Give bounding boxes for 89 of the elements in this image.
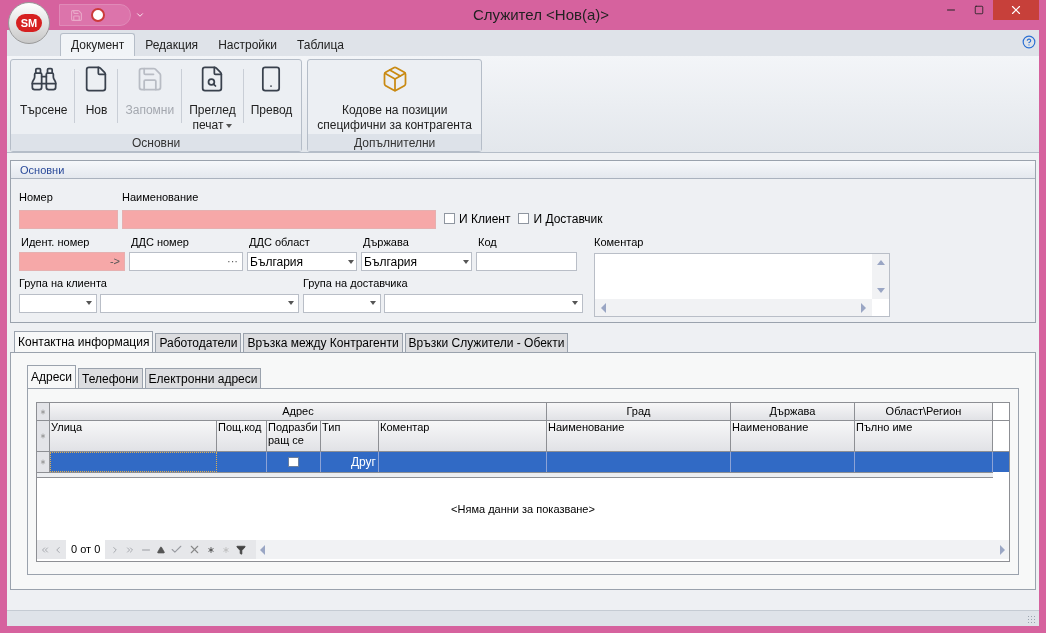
horizontal-scrollbar[interactable] xyxy=(256,540,1009,559)
ribbon-button[interactable]: Нов xyxy=(75,65,118,118)
dropdown-arrow-icon[interactable] xyxy=(86,301,92,305)
button-edit-field[interactable]: -> xyxy=(19,252,125,271)
column-header[interactable]: Пощ.код xyxy=(217,421,267,451)
ribbon-button[interactable]: Преглед печат xyxy=(182,65,243,133)
scroll-left-arrow-icon[interactable] xyxy=(601,302,606,313)
text-field[interactable] xyxy=(122,209,436,229)
checkbox[interactable]: И Доставчик xyxy=(518,209,603,228)
help-icon[interactable] xyxy=(1022,35,1036,49)
comment-textarea[interactable] xyxy=(594,253,890,317)
column-header[interactable]: Улица xyxy=(50,421,217,451)
app-logo[interactable]: SM xyxy=(8,2,50,44)
binoculars-icon xyxy=(29,65,58,93)
empty-message: <Няма данни за показване> xyxy=(451,501,595,517)
ribbon-button[interactable]: Кодове на позиции специфични за контрагента xyxy=(310,65,480,133)
band-header[interactable]: Адрес xyxy=(50,403,547,420)
ribbon-button[interactable]: Превод xyxy=(243,65,300,118)
field-label: Наименование xyxy=(122,190,200,205)
tab[interactable]: Телефони xyxy=(78,368,143,388)
column-header[interactable]: Наименование xyxy=(547,421,731,451)
combo-box[interactable]: България xyxy=(361,252,472,271)
row-indicator-icon xyxy=(39,407,47,416)
tab[interactable]: Работодатели xyxy=(155,333,242,352)
asterisk-icon[interactable] xyxy=(206,544,217,555)
ribbon-button[interactable]: Търсене xyxy=(13,65,75,118)
edit-button[interactable]: -> xyxy=(109,253,120,270)
field-label: Коментар xyxy=(594,234,645,250)
ribbon-tab[interactable]: Документ xyxy=(60,33,136,56)
column-header[interactable]: Пълно име xyxy=(855,421,993,451)
band-header[interactable]: Държава xyxy=(731,403,855,420)
ribbon-tab[interactable]: Таблица xyxy=(286,33,355,56)
field-label: Държава xyxy=(363,234,410,250)
column-header[interactable]: Тип xyxy=(321,421,379,451)
field-label: ДДС област xyxy=(249,234,311,250)
text-field[interactable] xyxy=(476,252,577,271)
tab[interactable]: Електронни адреси xyxy=(144,368,262,388)
filter-icon[interactable] xyxy=(236,544,247,555)
scroll-right-arrow-icon[interactable] xyxy=(1000,544,1005,555)
band-header[interactable]: Област\Регион xyxy=(855,403,993,420)
dropdown-arrow-icon[interactable] xyxy=(288,301,294,305)
last-record-icon[interactable] xyxy=(125,544,136,555)
dropdown-arrow-icon[interactable] xyxy=(226,123,233,128)
scroll-up-arrow-icon[interactable] xyxy=(876,260,885,265)
field-label: Номер xyxy=(19,190,54,205)
dropdown-arrow-icon[interactable] xyxy=(572,301,578,305)
field-label: Група на клиента xyxy=(19,276,108,291)
button-edit-field[interactable]: ··· xyxy=(129,252,243,271)
previous-record-icon[interactable] xyxy=(53,544,63,555)
checkbox[interactable]: И Клиент xyxy=(444,209,511,228)
table-cell-text: Друг xyxy=(349,454,377,471)
text-field[interactable] xyxy=(19,209,118,229)
checkbox[interactable] xyxy=(288,457,299,467)
scroll-left-arrow-icon[interactable] xyxy=(260,544,266,555)
checkmark-icon[interactable] xyxy=(170,543,184,556)
first-record-icon[interactable] xyxy=(40,544,50,555)
field-label: Код xyxy=(478,234,498,250)
column-header[interactable]: Подразбиращ се xyxy=(267,421,321,451)
edit-button[interactable]: ··· xyxy=(227,253,238,270)
maximize-icon xyxy=(974,5,984,15)
tab[interactable]: Адреси xyxy=(27,365,77,388)
dropdown-arrow-icon[interactable] xyxy=(370,301,376,305)
close-button[interactable] xyxy=(993,0,1039,20)
ribbon-tab[interactable]: Настройки xyxy=(208,33,287,56)
band-header[interactable]: Град xyxy=(547,403,731,420)
dropdown-arrow-icon[interactable] xyxy=(463,259,469,264)
combo-box[interactable]: България xyxy=(247,252,357,271)
row-indicator-icon xyxy=(39,458,47,466)
up-triangle-icon[interactable] xyxy=(157,545,166,554)
scroll-down-arrow-icon[interactable] xyxy=(876,288,885,293)
tab[interactable]: Връзки Служители - Обекти xyxy=(404,333,569,352)
tab[interactable]: Връзка между Контрагенти xyxy=(243,333,403,352)
field-label: Идент. номер xyxy=(21,234,91,250)
scroll-right-arrow-icon[interactable] xyxy=(861,302,866,313)
group-caption: Допълнителни xyxy=(308,134,482,151)
field-label: ДДС номер xyxy=(131,234,190,250)
window-title: Служител <Нов(а)> xyxy=(472,4,610,25)
field-label: Група на доставчика xyxy=(303,276,409,291)
ribbon-tab[interactable]: Редакция xyxy=(135,33,209,56)
dropdown-arrow-icon[interactable] xyxy=(348,259,354,264)
column-header[interactable]: Наименование xyxy=(731,421,855,451)
section-header: Основни xyxy=(11,161,1035,179)
close-icon xyxy=(1009,3,1023,17)
tab[interactable]: Контактна информация xyxy=(14,331,154,352)
record-counter: 0 от 0 xyxy=(66,540,106,559)
group-caption: Основни xyxy=(11,134,302,151)
column-header[interactable]: Коментар xyxy=(379,421,547,451)
customize-dropdown-icon[interactable] xyxy=(135,10,145,20)
new-row[interactable]: Друг xyxy=(37,452,1009,472)
